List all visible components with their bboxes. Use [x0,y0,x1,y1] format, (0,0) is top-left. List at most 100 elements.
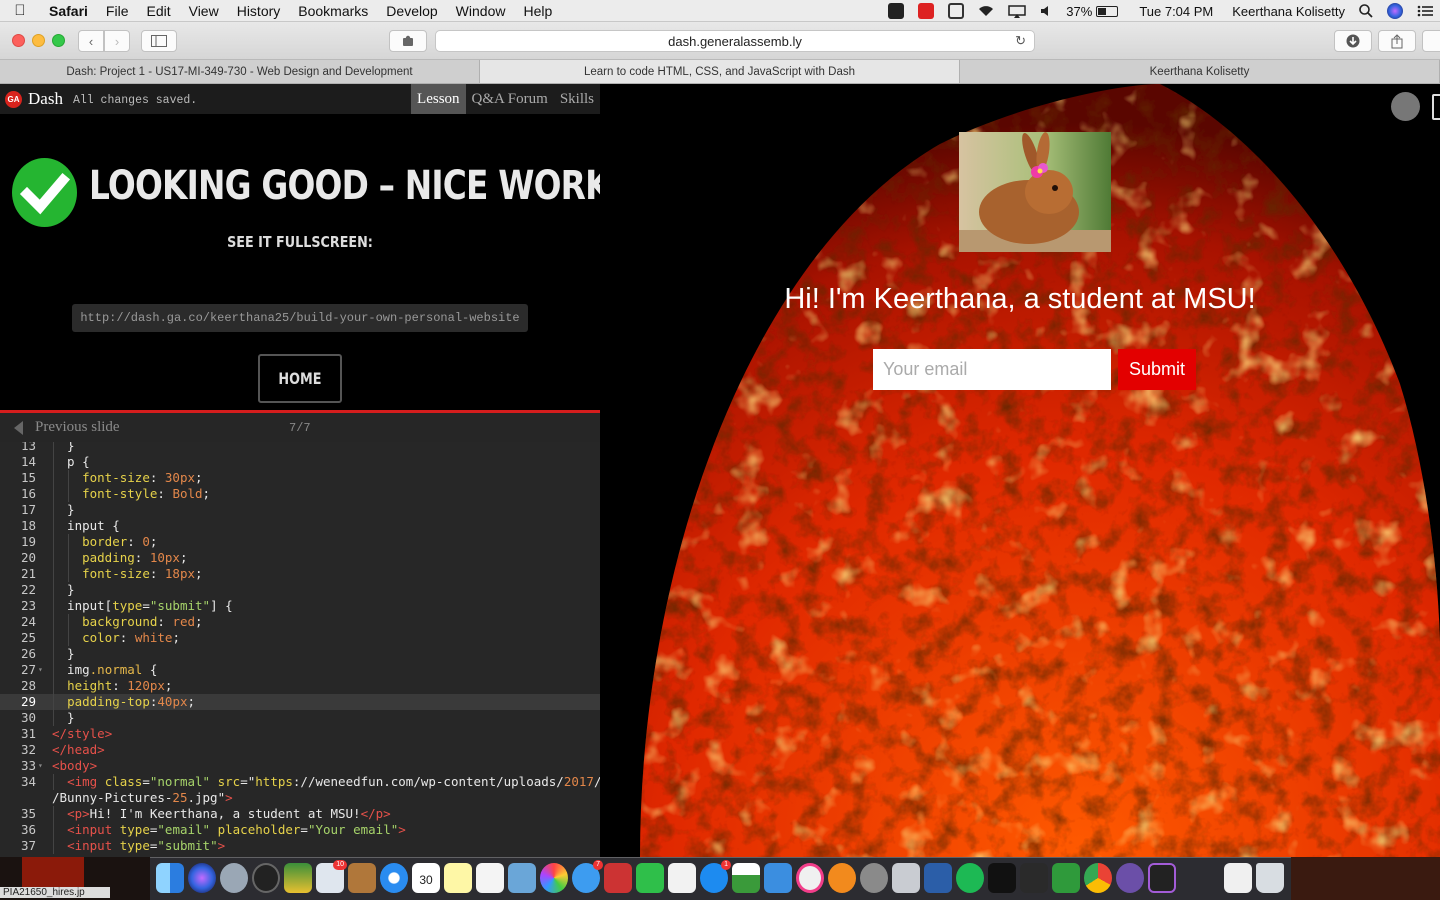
close-window-button[interactable] [12,34,25,47]
code-line[interactable]: 35 <p>Hi! I'm Keerthana, a student at MS… [0,806,600,822]
finder-icon[interactable] [156,863,184,893]
reload-icon[interactable]: ↻ [1015,33,1026,49]
menu-clock[interactable]: Tue 7:04 PM [1125,4,1220,19]
wifi-icon[interactable] [971,5,1001,17]
code-line[interactable]: 34 <img class="normal" src="https://wene… [0,774,600,790]
menu-file[interactable]: File [97,3,138,19]
code-line[interactable]: 25 color: white; [0,630,600,646]
code-line[interactable]: 23 input[type="submit"] { [0,598,600,614]
menu-window[interactable]: Window [447,3,515,19]
notification-center-icon[interactable] [1410,5,1440,17]
tab-keerthana-kolisetty[interactable]: Keerthana Kolisetty [960,60,1440,83]
home-button[interactable]: HOME [258,354,342,403]
code-line[interactable]: 26 } [0,646,600,662]
code-line[interactable]: 27 ▾ img.normal { [0,662,600,678]
code-line[interactable]: 15 font-size: 30px; [0,470,600,486]
reminders-icon[interactable] [476,863,504,893]
ga-logo[interactable]: GA [5,90,22,108]
siri-dock-icon[interactable] [188,863,216,893]
forward-button[interactable]: › [104,30,130,52]
desktop-file-thumbnail[interactable] [22,857,84,887]
apple-menu-icon[interactable]:  [0,2,40,19]
mission-control-icon[interactable] [284,863,312,893]
tools-icon[interactable] [1020,863,1048,893]
back-button[interactable]: ‹ [78,30,104,52]
tab-learn-to-code[interactable]: Learn to code HTML, CSS, and JavaScript … [480,60,960,83]
code-line[interactable]: 18 input { [0,518,600,534]
evernote-icon[interactable] [1052,863,1080,893]
xcode-icon[interactable] [924,863,952,893]
mail-icon[interactable]: 10 [316,860,347,893]
code-line[interactable]: 17 } [0,502,600,518]
share-button[interactable] [1378,30,1416,52]
code-line[interactable]: 32 </head> [0,742,600,758]
address-bar[interactable]: dash.generalassemb.ly ↻ [435,30,1035,52]
code-line[interactable]: 31 </style> [0,726,600,742]
numbers-icon[interactable] [732,863,760,893]
code-line[interactable]: 24 background: red; [0,614,600,630]
spotlight-search-icon[interactable] [1352,4,1380,18]
photos-icon[interactable] [540,863,568,893]
terminal-icon[interactable] [988,863,1016,893]
menu-develop[interactable]: Develop [377,3,446,19]
battery-indicator[interactable]: 37% [1059,4,1125,19]
keynote-icon[interactable] [764,863,792,893]
launchpad-icon[interactable] [220,863,248,893]
maps-icon[interactable] [508,863,536,893]
downloads-button[interactable] [1334,30,1372,52]
system-preferences-icon[interactable] [860,863,888,893]
submit-button[interactable]: Submit [1118,349,1196,390]
user-avatar[interactable] [1391,92,1420,121]
code-line[interactable]: 22 } [0,582,600,598]
fullscreen-toggle-icon[interactable] [1432,94,1440,120]
menu-history[interactable]: History [228,3,290,19]
code-line[interactable]: 14 p { [0,454,600,470]
code-line[interactable]: 19 border: 0; [0,534,600,550]
previous-slide-button[interactable]: Previous slide [35,419,120,436]
photo-booth-icon[interactable] [604,863,632,893]
show-tabs-button[interactable] [1422,30,1440,52]
contacts-icon[interactable] [348,863,376,893]
dash-title[interactable]: Dash [28,89,63,109]
code-line[interactable]: 13 } [0,442,600,454]
evernote-tray-icon[interactable] [881,3,911,19]
dashboard-icon[interactable] [252,863,280,893]
zoom-window-button[interactable] [52,34,65,47]
disk-utility-icon[interactable] [892,863,920,893]
window-tray-icon[interactable] [941,3,971,19]
code-line[interactable]: 20 padding: 10px; [0,550,600,566]
trash-icon[interactable] [1256,863,1284,893]
menu-app-name[interactable]: Safari [40,3,97,19]
email-input[interactable] [873,349,1111,390]
messages-icon[interactable]: 7 [572,860,603,893]
code-line[interactable]: 29 padding-top:40px; [0,694,600,710]
fold-arrow-icon[interactable]: ▾ [38,758,43,774]
airplay-icon[interactable] [1001,4,1033,18]
spotify-icon[interactable] [956,863,984,893]
menu-help[interactable]: Help [514,3,561,19]
github-desktop-icon[interactable] [1116,863,1144,893]
tab-dash-project[interactable]: Dash: Project 1 - US17-MI-349-730 - Web … [0,60,480,83]
nav-qa-forum[interactable]: Q&A Forum [466,84,554,114]
code-line[interactable]: 33 ▾ <body> [0,758,600,774]
menu-view[interactable]: View [180,3,228,19]
ibooks-icon[interactable] [828,863,856,893]
code-line[interactable]: 21 font-size: 18px; [0,566,600,582]
flash-tray-icon[interactable] [911,3,941,19]
menu-bookmarks[interactable]: Bookmarks [289,3,377,19]
code-line[interactable]: 28 height: 120px; [0,678,600,694]
volume-icon[interactable] [1033,5,1059,17]
facetime-icon[interactable] [636,863,664,893]
fullscreen-url[interactable]: http://dash.ga.co/keerthana25/build-your… [72,304,528,332]
phpstorm-icon[interactable] [1148,863,1176,893]
app-store-icon[interactable]: 1 [700,860,731,893]
arrow-left-icon[interactable] [14,420,23,435]
menu-user-name[interactable]: Keerthana Kolisetty [1220,4,1352,19]
notes-icon[interactable] [444,863,472,893]
chrome-icon[interactable] [1084,863,1112,893]
nav-lesson[interactable]: Lesson [411,84,466,114]
menu-edit[interactable]: Edit [137,3,179,19]
nav-skills[interactable]: Skills [554,84,600,114]
sidebar-toggle-button[interactable] [141,30,177,52]
itunes-icon[interactable] [796,863,824,893]
